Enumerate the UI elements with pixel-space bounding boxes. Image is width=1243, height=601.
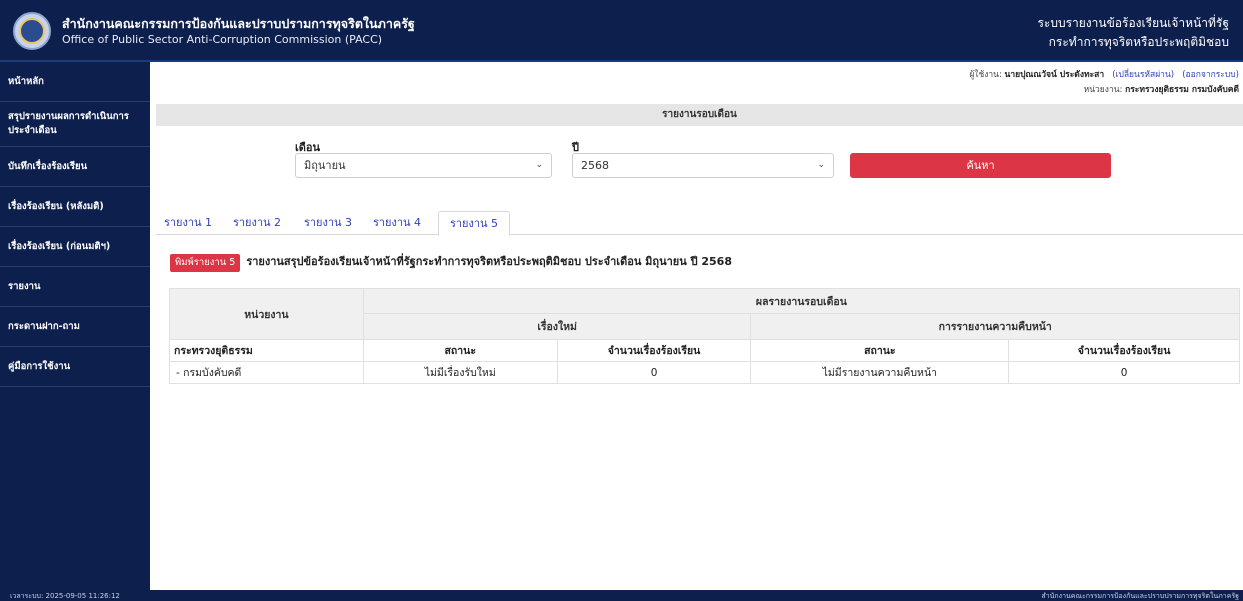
tab-report-1[interactable]: รายงาน 1 <box>160 211 216 235</box>
tab-report-2[interactable]: รายงาน 2 <box>229 211 285 235</box>
main-content: ผู้ใช้งาน: นายปุณณวัจน์ ประดังทะสา (เปลี… <box>150 62 1243 590</box>
report-table: หน่วยงาน ผลรายงานรอบเดือน เรื่องใหม่ การ… <box>169 288 1241 384</box>
row-progress-status: ไม่มีรายงานความคืบหน้า <box>750 361 1010 384</box>
change-password-link[interactable]: (เปลี่ยนรหัสผ่าน) <box>1112 70 1174 80</box>
system-title: ระบบรายงานข้อร้องเรียนเจ้าหน้าที่รัฐ กระ… <box>1037 14 1229 52</box>
sidebar-item-reports[interactable]: รายงาน <box>0 267 150 307</box>
chevron-down-icon: ⌄ <box>817 160 825 170</box>
search-button[interactable]: ค้นหา <box>850 153 1111 178</box>
year-select-value: 2568 <box>581 159 609 172</box>
chevron-down-icon: ⌄ <box>535 160 543 170</box>
col-progress-header: การรายงานความคืบหน้า <box>750 313 1240 340</box>
col-unit-header: หน่วยงาน <box>169 288 364 340</box>
month-select[interactable]: มิถุนายน ⌄ <box>295 153 552 178</box>
col-progress-count-header: จำนวนเรื่องร้องเรียน <box>1008 339 1240 362</box>
row-unit: - กรมบังคับคดี <box>169 361 364 384</box>
sidebar-item-complaints-after[interactable]: เรื่องร้องเรียน (หลังมติ) <box>0 187 150 227</box>
section-title: รายงานรอบเดือน <box>156 104 1243 126</box>
col-new-status-header: สถานะ <box>362 339 558 362</box>
month-select-value: มิถุนายน <box>304 159 346 172</box>
col-new-header: เรื่องใหม่ <box>362 313 752 340</box>
org-name-thai: สำนักงานคณะกรรมการป้องกันและปราบปรามการท… <box>62 16 415 31</box>
system-title-line2: กระทำการทุจริตหรือประพฤติมิชอบ <box>1048 35 1229 49</box>
footer: เวลาระบบ: 2025-09-05 11:26:12 สำนักงานคณ… <box>0 590 1243 601</box>
sidebar: หน้าหลัก สรุปรายงานผลการดำเนินการประจำเด… <box>0 62 150 590</box>
sidebar-item-message-board[interactable]: กระดานฝาก-ถาม <box>0 307 150 347</box>
sidebar-item-complaints-before[interactable]: เรื่องร้องเรียน (ก่อนมติฯ) <box>0 227 150 267</box>
row-new-status: ไม่มีเรื่องรับใหม่ <box>362 361 558 384</box>
user-info: ผู้ใช้งาน: นายปุณณวัจน์ ประดังทะสา (เปลี… <box>969 68 1239 98</box>
tab-report-4[interactable]: รายงาน 4 <box>369 211 425 235</box>
print-report-button[interactable]: พิมพ์รายงาน 5 <box>170 254 241 272</box>
user-label: ผู้ใช้งาน: <box>969 70 1002 80</box>
col-new-count-header: จำนวนเรื่องร้องเรียน <box>556 339 752 362</box>
report-title-row: พิมพ์รายงาน 5 รายงานสรุปข้อร้องเรียนเจ้าห… <box>170 252 732 272</box>
unit-label: หน่วยงาน: <box>1083 85 1123 95</box>
table-row: - กรมบังคับคดี ไม่มีเรื่องรับใหม่ 0 ไม่ม… <box>169 361 1240 384</box>
sidebar-item-record-complaint[interactable]: บันทึกเรื่องร้องเรียน <box>0 147 150 187</box>
sidebar-item-monthly-summary[interactable]: สรุปรายงานผลการดำเนินการประจำเดือน <box>0 102 150 147</box>
sidebar-item-home[interactable]: หน้าหลัก <box>0 62 150 102</box>
col-progress-status-header: สถานะ <box>750 339 1010 362</box>
footer-org: สำนักงานคณะกรรมการป้องกันและปราบปรามการท… <box>1041 592 1239 600</box>
user-name: นายปุณณวัจน์ ประดังทะสา <box>1004 70 1105 80</box>
col-monthly-result-header: ผลรายงานรอบเดือน <box>362 288 1241 314</box>
sidebar-item-manual[interactable]: คู่มือการใช้งาน <box>0 347 150 387</box>
row-progress-count: 0 <box>1008 361 1240 384</box>
year-select[interactable]: 2568 ⌄ <box>572 153 834 178</box>
pacc-logo-icon <box>13 12 51 50</box>
tab-report-3[interactable]: รายงาน 3 <box>300 211 356 235</box>
tab-report-5[interactable]: รายงาน 5 <box>438 211 510 236</box>
org-name-english: Office of Public Sector Anti-Corruption … <box>62 33 383 46</box>
unit-name: กระทรวงยุติธรรม กรมบังคับคดี <box>1125 85 1239 95</box>
report-tabs: รายงาน 1 รายงาน 2 รายงาน 3 รายงาน 4 รายง… <box>156 207 1243 236</box>
header: สำนักงานคณะกรรมการป้องกันและปราบปรามการท… <box>0 0 1243 62</box>
system-title-line1: ระบบรายงานข้อร้องเรียนเจ้าหน้าที่รัฐ <box>1037 16 1229 30</box>
report-title: รายงานสรุปข้อร้องเรียนเจ้าหน้าที่รัฐกระท… <box>246 255 732 268</box>
row-new-count: 0 <box>556 361 752 384</box>
footer-system-time: เวลาระบบ: 2025-09-05 11:26:12 <box>10 592 120 600</box>
ministry-name: กระทรวงยุติธรรม <box>169 339 364 362</box>
table-subheader-row: กระทรวงยุติธรรม สถานะ จำนวนเรื่องร้องเรี… <box>169 339 1240 362</box>
logout-link[interactable]: (ออกจากระบบ) <box>1182 70 1239 80</box>
